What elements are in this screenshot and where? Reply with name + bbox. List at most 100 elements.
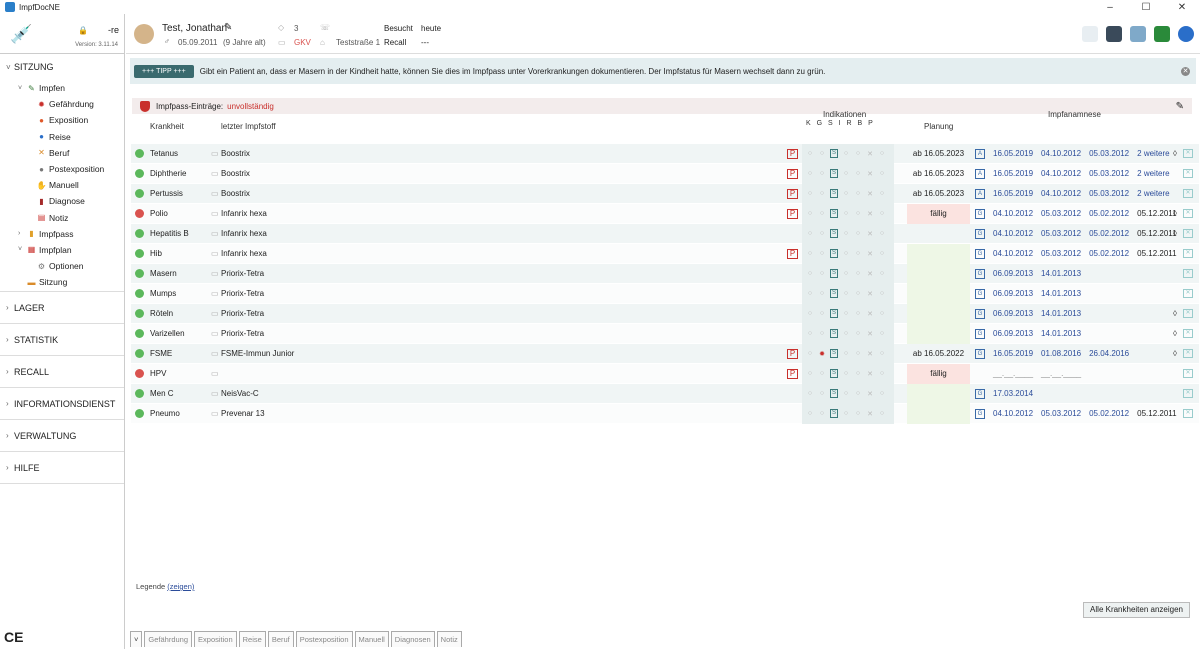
drop-icon[interactable]: ◊	[1173, 149, 1177, 158]
drop-icon[interactable]: ◊	[1173, 209, 1177, 218]
drop-icon[interactable]: ◊	[1173, 229, 1177, 238]
anamnesis-date[interactable]: 05.03.2012	[1089, 169, 1129, 178]
tree-item-postexposition[interactable]: ● Postexposition	[0, 161, 124, 177]
table-row[interactable]: Tetanus ▭ Boostrix P ○ ○ S ○ ○ ✕ ○ ab 16.05…	[131, 143, 1199, 164]
table-row[interactable]: Varizellen ▭ Priorix-Tetra ○ ○ S ○ ○ ✕ ○ G…	[131, 323, 1199, 344]
anamnesis-date[interactable]: 06.09.2013	[993, 309, 1033, 318]
table-row[interactable]: Masern ▭ Priorix-Tetra ○ ○ S ○ ○ ✕ ○ G 06.0…	[131, 263, 1199, 284]
anamnesis-date[interactable]: 05.03.2012	[1089, 149, 1129, 158]
close-icon[interactable]: ✕	[1181, 66, 1190, 76]
table-row[interactable]: Men C ▭ NeisVac-C ○ ○ S ○ ○ ✕ ○ G 17.03.201…	[131, 383, 1199, 404]
anamnesis-date[interactable]: 05.02.2012	[1089, 249, 1129, 258]
anamnesis-date[interactable]: 05.02.2012	[1089, 229, 1129, 238]
remove-icon[interactable]: ✕	[1183, 349, 1193, 358]
anamnesis-cell[interactable]: G 04.10.2012 05.03.2012 05.02.2012 05.12.201…	[975, 208, 1177, 219]
sidebar-section-recall[interactable]: › RECALL	[0, 356, 124, 389]
tree-item-impfen[interactable]: ˅ ✎ Impfen	[0, 80, 124, 96]
tree-item-reise[interactable]: ● Reise	[0, 129, 124, 145]
anamnesis-cell[interactable]: A 16.05.2019 04.10.2012 05.03.2012 2 weitere	[975, 148, 1170, 159]
remove-icon[interactable]: ✕	[1183, 409, 1193, 418]
anamnesis-cell[interactable]: __.__.____ __.__.____	[975, 369, 1081, 378]
anamnesis-date[interactable]: 05.03.2012	[1041, 209, 1081, 218]
edit-pencil-icon[interactable]: ✎	[1176, 101, 1184, 112]
impfpass-icon[interactable]: P	[787, 368, 798, 379]
tree-item-manuell[interactable]: ✋ Manuell	[0, 177, 124, 193]
bottom-tab[interactable]: Manuell	[354, 631, 389, 647]
sidebar-section-statistik[interactable]: › STATISTIK	[0, 324, 124, 357]
remove-icon[interactable]: ✕	[1183, 309, 1193, 318]
remove-icon[interactable]: ✕	[1183, 269, 1193, 278]
anamnesis-date[interactable]: 06.09.2013	[993, 269, 1033, 278]
remove-icon[interactable]: ✕	[1183, 369, 1193, 378]
remove-icon[interactable]: ✕	[1183, 389, 1193, 398]
anamnesis-cell[interactable]: G 06.09.2013 14.01.2013	[975, 328, 1081, 339]
tree-item-impfpass[interactable]: › ▮ Impfpass	[0, 226, 124, 242]
remove-icon[interactable]: ✕	[1183, 229, 1193, 238]
table-row[interactable]: Mumps ▭ Priorix-Tetra ○ ○ S ○ ○ ✕ ○ G 06.09…	[131, 283, 1199, 304]
anamnesis-cell[interactable]: G 06.09.2013 14.01.2013	[975, 288, 1081, 299]
anamnesis-date[interactable]: 05.03.2012	[1041, 249, 1081, 258]
anamnesis-cell[interactable]: G 17.03.2014	[975, 388, 1033, 399]
show-all-diseases-button[interactable]: Alle Krankheiten anzeigen	[1083, 602, 1190, 618]
tree-item-diagnose[interactable]: ▮ Diagnose	[0, 193, 124, 209]
anamnesis-date[interactable]: 04.10.2012	[993, 249, 1033, 258]
tree-item-gefaehrdung[interactable]: ✹ Gefährdung	[0, 96, 124, 112]
remove-icon[interactable]: ✕	[1183, 289, 1193, 298]
anamnesis-date[interactable]: 04.10.2012	[1041, 149, 1081, 158]
remove-icon[interactable]: ✕	[1183, 209, 1193, 218]
anamnesis-date[interactable]: 14.01.2013	[1041, 329, 1081, 338]
anamnesis-date[interactable]: 05.03.2012	[1089, 189, 1129, 198]
anamnesis-date[interactable]: 16.05.2019	[993, 149, 1033, 158]
tree-item-exposition[interactable]: ● Exposition	[0, 112, 124, 128]
table-row[interactable]: Pertussis ▭ Boostrix P ○ ○ S ○ ○ ✕ ○ ab 16.…	[131, 183, 1199, 204]
table-row[interactable]: Hepatitis B ▭ Infanrix hexa ○ ○ S ○ ○ ✕ ○ …	[131, 223, 1199, 244]
syringe-tool-icon[interactable]	[1082, 26, 1098, 42]
impfpass-icon[interactable]: P	[787, 208, 798, 219]
remove-icon[interactable]: ✕	[1183, 149, 1193, 158]
anamnesis-date[interactable]: 06.09.2013	[993, 289, 1033, 298]
tree-item-notiz[interactable]: ▤ Notiz	[0, 210, 124, 226]
anamnesis-date[interactable]: __.__.____	[993, 369, 1033, 378]
printer-icon[interactable]	[1106, 26, 1122, 42]
anamnesis-date[interactable]: 01.08.2016	[1041, 349, 1081, 358]
anamnesis-date[interactable]: 05.03.2012	[1041, 409, 1081, 418]
anamnesis-date[interactable]: 16.05.2019	[993, 169, 1033, 178]
anamnesis-date[interactable]: 04.10.2012	[993, 209, 1033, 218]
tree-item-sitzung[interactable]: ▬ Sitzung	[0, 274, 124, 290]
anamnesis-date[interactable]: 16.05.2019	[993, 349, 1033, 358]
anamnesis-cell[interactable]: G 06.09.2013 14.01.2013	[975, 308, 1081, 319]
anamnesis-date[interactable]: 06.09.2013	[993, 329, 1033, 338]
lock-icon[interactable]: 🔒	[78, 26, 88, 35]
anamnesis-date[interactable]: 16.05.2019	[993, 189, 1033, 198]
impfpass-icon[interactable]: P	[787, 248, 798, 259]
sidebar-section-informationsdienst[interactable]: › INFORMATIONSDIENST	[0, 388, 124, 421]
table-row[interactable]: FSME ▭ FSME-Immun Junior P ○ ✹ S ○ ○ ✕ ○ ab…	[131, 343, 1199, 364]
anamnesis-cell[interactable]: G 04.10.2012 05.03.2012 05.02.2012 05.12.201…	[975, 248, 1177, 259]
sidebar-section-lager[interactable]: › LAGER	[0, 292, 124, 325]
bottom-tab[interactable]: Notiz	[436, 631, 462, 647]
table-row[interactable]: Röteln ▭ Priorix-Tetra ○ ○ S ○ ○ ✕ ○ G 06.0…	[131, 303, 1199, 324]
bottom-tab[interactable]: Diagnosen	[390, 631, 435, 647]
anamnesis-date[interactable]: 14.01.2013	[1041, 269, 1081, 278]
anamnesis-date[interactable]: __.__.____	[1041, 369, 1081, 378]
table-row[interactable]: Polio ▭ Infanrix hexa P ○ ○ S ○ ○ ✕ ○ fälli…	[131, 203, 1199, 224]
anamnesis-cell[interactable]: A 16.05.2019 04.10.2012 05.03.2012 2 weitere	[975, 188, 1170, 199]
anamnesis-date[interactable]: 05.03.2012	[1041, 229, 1081, 238]
legend-show-link[interactable]: (zeigen)	[167, 582, 194, 591]
anamnesis-date[interactable]: 04.10.2012	[993, 229, 1033, 238]
anamnesis-date[interactable]: 14.01.2013	[1041, 289, 1081, 298]
anamnesis-date[interactable]: 05.02.2012	[1089, 209, 1129, 218]
card-reader-icon[interactable]	[1130, 26, 1146, 42]
tree-item-beruf[interactable]: ✕ Beruf	[0, 145, 124, 161]
drop-icon[interactable]: ◊	[1173, 309, 1177, 318]
remove-icon[interactable]: ✕	[1183, 169, 1193, 178]
anamnesis-date[interactable]: 05.02.2012	[1089, 409, 1129, 418]
table-row[interactable]: Hib ▭ Infanrix hexa P ○ ○ S ○ ○ ✕ ○ G 04.10.…	[131, 243, 1199, 264]
table-row[interactable]: Pneumo ▭ Prevenar 13 ○ ○ S ○ ○ ✕ ○ G 04.10.…	[131, 403, 1199, 424]
table-row[interactable]: Diphtherie ▭ Boostrix P ○ ○ S ○ ○ ✕ ○ ab 16…	[131, 163, 1199, 184]
edit-pencil-icon[interactable]: ✎	[224, 22, 232, 33]
bottom-tab[interactable]: Reise	[238, 631, 266, 647]
maximize-icon[interactable]: ☐	[1128, 2, 1164, 13]
impfpass-icon[interactable]: P	[787, 348, 798, 359]
anamnesis-date[interactable]: 26.04.2016	[1089, 349, 1129, 358]
